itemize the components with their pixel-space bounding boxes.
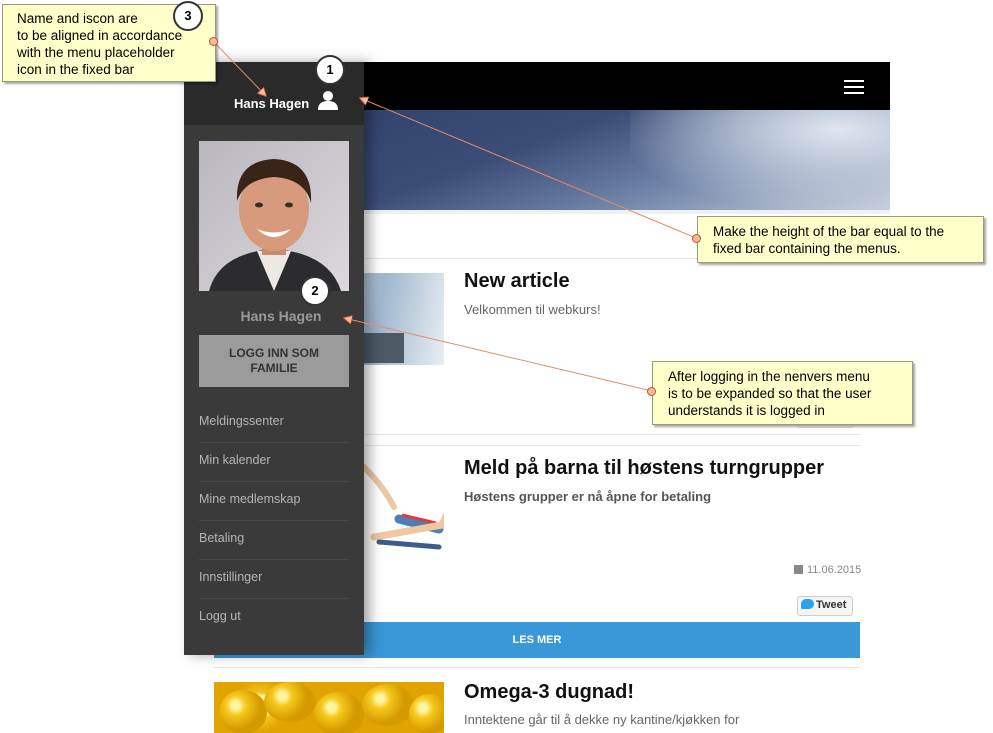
profile-name: Hans Hagen <box>240 308 322 324</box>
annotation-badge-1: 1 <box>315 55 345 85</box>
article-subtitle: Velkommen til webkurs! <box>464 302 601 317</box>
article-date: 11.06.2015 <box>794 564 861 576</box>
annotation-anchor-dot <box>647 387 656 396</box>
menu-item-payment[interactable]: Betaling <box>199 521 349 560</box>
login-as-family-button[interactable]: LOGG INN SOM FAMILIE <box>199 335 349 387</box>
menu-item-logout[interactable]: Logg ut <box>199 599 349 638</box>
article-title[interactable]: New article <box>464 270 570 293</box>
annotation-badge-2: 2 <box>300 276 330 306</box>
twitter-bird-icon <box>801 599 814 609</box>
menu-item-calendar[interactable]: Min kalender <box>199 443 349 482</box>
calendar-icon <box>794 565 803 574</box>
tweet-button[interactable]: Tweet <box>797 596 853 616</box>
menu-item-memberships[interactable]: Mine medlemskap <box>199 482 349 521</box>
article-subtitle: Høstens grupper er nå åpne for betaling <box>464 489 712 504</box>
article-thumbnail[interactable] <box>214 682 444 733</box>
hamburger-menu-icon[interactable] <box>844 80 864 94</box>
menu-item-settings[interactable]: Innstillinger <box>199 560 349 599</box>
article-title[interactable]: Meld på barna til høstens turngrupper <box>464 457 824 480</box>
article-subtitle: Inntektene går til å dekke ny kantine/kj… <box>464 712 740 727</box>
annotation-note-expanded-menu: After logging in the nenvers menu is to … <box>652 361 913 425</box>
annotation-anchor-dot <box>209 37 218 46</box>
menu-item-messages[interactable]: Meldingssenter <box>199 404 349 443</box>
article-title[interactable]: Omega-3 dugnad! <box>464 681 634 704</box>
header-user-name[interactable]: Hans Hagen <box>234 96 309 111</box>
profile-photo <box>199 141 349 291</box>
annotation-badge-3: 3 <box>173 1 203 31</box>
annotation-anchor-dot <box>692 234 701 243</box>
member-side-menu: Hans Hagen Hans Hagen LOGG INN SOM FAMIL… <box>184 62 364 655</box>
user-icon[interactable] <box>317 90 339 110</box>
annotation-note-bar-height: Make the height of the bar equal to the … <box>697 216 984 263</box>
